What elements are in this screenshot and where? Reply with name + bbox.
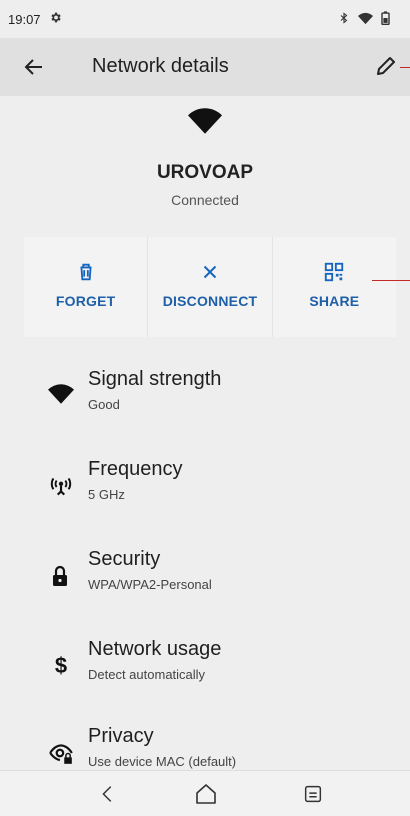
forget-label: FORGET bbox=[55, 293, 116, 309]
nav-back-button[interactable] bbox=[97, 783, 119, 805]
wifi-icon bbox=[48, 383, 74, 409]
back-button[interactable] bbox=[22, 55, 46, 79]
connection-status: Connected bbox=[171, 192, 239, 208]
dollar-icon: $ bbox=[54, 653, 68, 678]
disconnect-button[interactable]: DISCONNECT bbox=[148, 237, 273, 337]
network-header: UROVOAP Connected bbox=[0, 96, 410, 226]
detail-value: Detect automatically bbox=[88, 667, 206, 682]
trash-icon bbox=[80, 263, 92, 281]
antenna-icon bbox=[48, 473, 74, 499]
share-label: SHARE bbox=[309, 293, 360, 309]
bluetooth-icon bbox=[338, 11, 350, 28]
lock-icon bbox=[48, 563, 74, 589]
detail-title: Signal strength bbox=[88, 368, 222, 390]
page-title: Network details bbox=[92, 55, 229, 77]
edit-button[interactable] bbox=[374, 54, 398, 78]
battery-icon bbox=[381, 11, 390, 28]
security-row[interactable]: Security WPA/WPA2-Personal bbox=[0, 545, 410, 625]
detail-value: 5 GHz bbox=[88, 487, 125, 502]
arrow-back-icon bbox=[24, 59, 42, 75]
app-bar: Network details bbox=[0, 38, 410, 96]
detail-value: Good bbox=[88, 397, 120, 412]
action-buttons: FORGET DISCONNECT SHARE bbox=[24, 237, 396, 337]
wifi-icon bbox=[188, 106, 222, 136]
qr-code-icon bbox=[325, 262, 344, 282]
frequency-row[interactable]: Frequency 5 GHz bbox=[0, 455, 410, 535]
detail-title: Security bbox=[88, 548, 161, 570]
annotation-line bbox=[400, 67, 410, 68]
network-ssid: UROVOAP bbox=[156, 162, 254, 183]
detail-value: Use device MAC (default) bbox=[88, 754, 237, 769]
network-usage-row[interactable]: $ Network usage Detect automatically bbox=[0, 635, 410, 715]
detail-title: Frequency bbox=[88, 458, 183, 480]
forget-button[interactable]: FORGET bbox=[24, 237, 149, 337]
status-time: 19:07 bbox=[8, 11, 41, 27]
chevron-left-icon bbox=[102, 786, 112, 802]
pencil-icon bbox=[377, 57, 395, 75]
disconnect-label: DISCONNECT bbox=[162, 293, 258, 309]
detail-title: Network usage bbox=[88, 638, 222, 660]
share-button[interactable]: SHARE bbox=[273, 237, 396, 337]
close-icon bbox=[203, 265, 217, 279]
home-icon bbox=[196, 784, 216, 804]
status-bar: 19:07 bbox=[0, 0, 410, 38]
gear-icon bbox=[49, 11, 62, 27]
navigation-bar bbox=[0, 770, 410, 816]
recents-icon bbox=[304, 785, 322, 803]
detail-title: Privacy bbox=[88, 725, 154, 747]
wifi-icon bbox=[358, 12, 373, 28]
annotation-line bbox=[372, 280, 410, 281]
nav-recents-button[interactable] bbox=[302, 783, 324, 805]
nav-home-button[interactable] bbox=[194, 782, 218, 806]
signal-strength-row[interactable]: Signal strength Good bbox=[0, 365, 410, 445]
detail-value: WPA/WPA2-Personal bbox=[88, 577, 212, 592]
eye-lock-icon bbox=[48, 740, 74, 766]
